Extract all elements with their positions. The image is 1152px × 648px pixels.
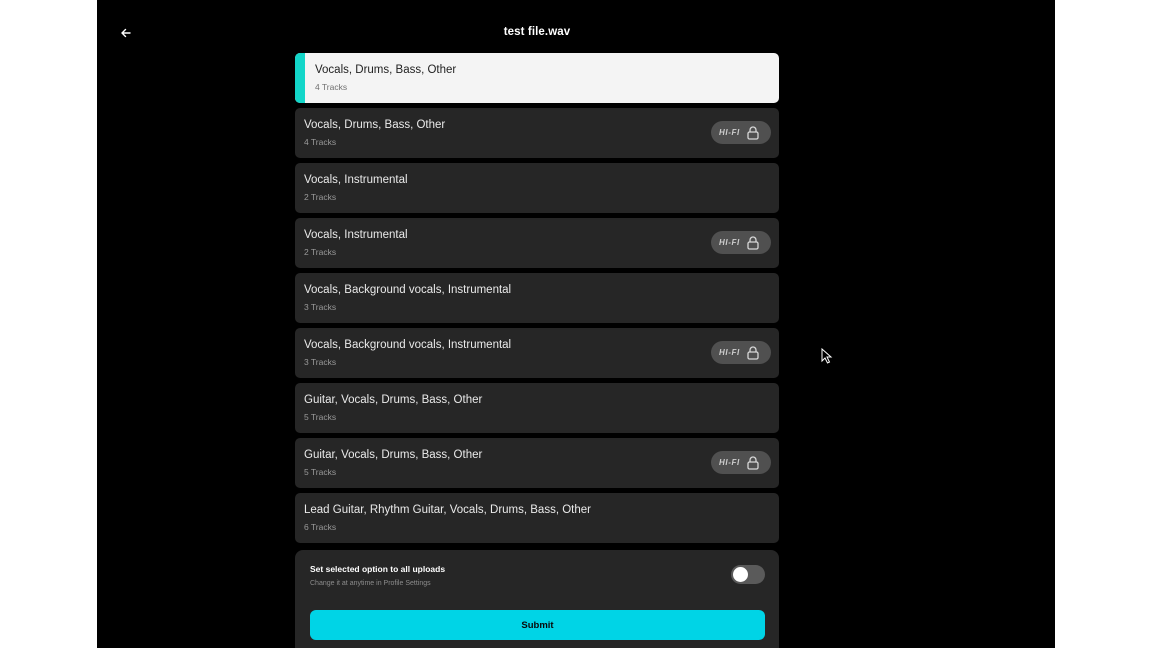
option-track-count: 2 Tracks <box>304 192 337 202</box>
option-item-7[interactable]: Guitar, Vocals, Drums, Bass, Other 5 Tra… <box>295 438 779 488</box>
option-label: Vocals, Instrumental <box>304 174 408 186</box>
option-item-5[interactable]: Vocals, Background vocals, Instrumental … <box>295 328 779 378</box>
option-track-count: 4 Tracks <box>304 137 337 147</box>
option-track-count: 4 Tracks <box>315 82 348 92</box>
apply-all-subtitle: Change it at anytime in Profile Settings <box>310 580 431 587</box>
toggle-knob <box>733 567 748 582</box>
selected-indicator <box>295 53 305 103</box>
lock-icon <box>747 125 759 140</box>
option-label: Lead Guitar, Rhythm Guitar, Vocals, Drum… <box>304 504 591 516</box>
option-label: Vocals, Instrumental <box>304 229 408 241</box>
option-label: Vocals, Background vocals, Instrumental <box>304 284 512 296</box>
hifi-label: HI-FI <box>719 128 740 137</box>
option-track-count: 5 Tracks <box>304 467 337 477</box>
hifi-badge: HI-FI <box>711 121 771 144</box>
option-item-0[interactable]: Vocals, Drums, Bass, Other 4 Tracks <box>295 53 779 103</box>
option-track-count: 6 Tracks <box>304 522 337 532</box>
apply-all-toggle[interactable] <box>731 565 765 584</box>
option-item-4[interactable]: Vocals, Background vocals, Instrumental … <box>295 273 779 323</box>
separation-options-list: Vocals, Drums, Bass, Other 4 Tracks Voca… <box>295 53 779 548</box>
hifi-label: HI-FI <box>719 458 740 467</box>
app-window: test file.wav Vocals, Drums, Bass, Other… <box>97 0 1055 648</box>
option-label: Vocals, Drums, Bass, Other <box>304 119 446 131</box>
option-item-1[interactable]: Vocals, Drums, Bass, Other 4 Tracks HI-F… <box>295 108 779 158</box>
option-item-8[interactable]: Lead Guitar, Rhythm Guitar, Vocals, Drum… <box>295 493 779 543</box>
apply-all-title: Set selected option to all uploads <box>310 564 446 574</box>
hifi-label: HI-FI <box>719 238 740 247</box>
settings-panel: Set selected option to all uploads Chang… <box>295 550 779 648</box>
hifi-badge: HI-FI <box>711 451 771 474</box>
option-item-6[interactable]: Guitar, Vocals, Drums, Bass, Other 5 Tra… <box>295 383 779 433</box>
lock-icon <box>747 455 759 470</box>
option-track-count: 3 Tracks <box>304 302 337 312</box>
option-item-3[interactable]: Vocals, Instrumental 2 Tracks HI-FI <box>295 218 779 268</box>
option-track-count: 3 Tracks <box>304 357 337 367</box>
option-label: Vocals, Drums, Bass, Other <box>315 64 457 76</box>
mouse-pointer-icon <box>821 348 833 364</box>
hifi-label: HI-FI <box>719 348 740 357</box>
lock-icon <box>747 345 759 360</box>
hifi-badge: HI-FI <box>711 231 771 254</box>
option-label: Guitar, Vocals, Drums, Bass, Other <box>304 394 483 406</box>
option-track-count: 5 Tracks <box>304 412 337 422</box>
submit-button[interactable]: Submit <box>310 610 765 640</box>
page-title: test file.wav <box>503 26 571 38</box>
hifi-badge: HI-FI <box>711 341 771 364</box>
option-label: Vocals, Background vocals, Instrumental <box>304 339 512 351</box>
option-item-2[interactable]: Vocals, Instrumental 2 Tracks <box>295 163 779 213</box>
lock-icon <box>747 235 759 250</box>
option-label: Guitar, Vocals, Drums, Bass, Other <box>304 449 483 461</box>
option-track-count: 2 Tracks <box>304 247 337 257</box>
